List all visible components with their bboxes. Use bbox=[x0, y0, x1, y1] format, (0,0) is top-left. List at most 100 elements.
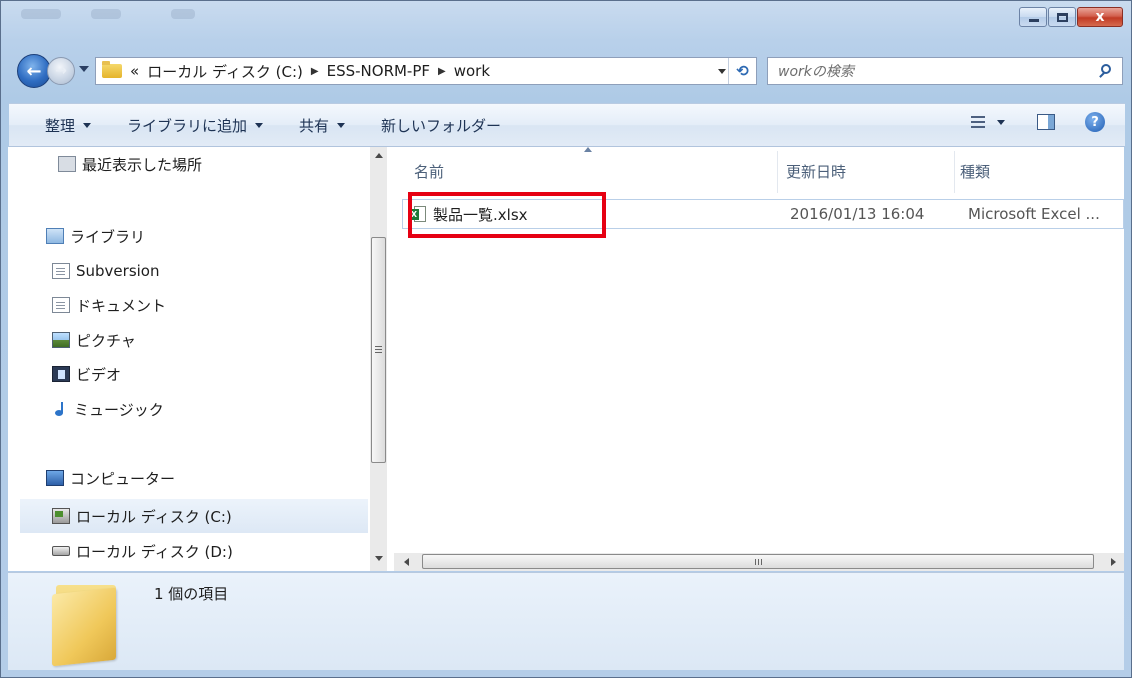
address-bar[interactable]: « ローカル ディスク (C:) ▶ ESS-NORM-PF ▶ work ⟲ bbox=[95, 57, 757, 85]
scroll-down-icon[interactable] bbox=[375, 556, 383, 561]
maximize-button[interactable] bbox=[1048, 7, 1076, 27]
refresh-icon[interactable]: ⟲ bbox=[728, 58, 756, 84]
search-input[interactable]: workの検索 bbox=[778, 61, 1094, 81]
document-icon bbox=[52, 297, 70, 313]
new-folder-button[interactable]: 新しいフォルダー bbox=[381, 115, 501, 136]
close-button[interactable]: x bbox=[1077, 7, 1123, 27]
scroll-thumb[interactable] bbox=[422, 554, 1094, 569]
sidebar-item-recent-places[interactable]: 最近表示した場所 bbox=[58, 147, 394, 181]
grip-icon bbox=[375, 346, 382, 347]
breadcrumb-overflow[interactable]: « bbox=[130, 62, 139, 80]
sidebar-item-pictures[interactable]: ピクチャ bbox=[52, 323, 394, 357]
scroll-up-icon[interactable] bbox=[375, 153, 383, 158]
computer-icon bbox=[46, 470, 64, 486]
back-button[interactable]: ← bbox=[17, 54, 51, 88]
forward-button[interactable]: → bbox=[47, 57, 75, 85]
column-divider[interactable] bbox=[954, 151, 955, 193]
file-type: Microsoft Excel ... bbox=[968, 205, 1100, 223]
title-bar-blur bbox=[171, 9, 195, 19]
title-bar-blur bbox=[21, 9, 61, 19]
chevron-down-icon bbox=[83, 122, 92, 128]
organize-label: 整理 bbox=[45, 116, 76, 135]
scroll-left-icon[interactable] bbox=[404, 558, 409, 566]
title-bar-blur bbox=[91, 9, 121, 19]
sidebar-item-label: ローカル ディスク (D:) bbox=[76, 542, 233, 561]
forward-arrow-icon: → bbox=[55, 63, 67, 79]
highlight-box bbox=[408, 192, 606, 238]
navigation-pane: 最近表示した場所 ライブラリ Subversion ドキュメント ピクチャ ビデ… bbox=[8, 147, 394, 571]
sidebar-item-label: ドキュメント bbox=[76, 296, 167, 315]
add-to-library-menu[interactable]: ライブラリに追加 bbox=[127, 115, 264, 136]
details-pane: 1 個の項目 bbox=[8, 572, 1124, 670]
title-bar[interactable]: x bbox=[1, 1, 1131, 46]
column-header-label: 名前 bbox=[414, 162, 445, 181]
sidebar-item-library[interactable]: ライブラリ bbox=[46, 219, 394, 253]
view-controls: ? bbox=[971, 112, 1105, 132]
local-disk-icon bbox=[52, 508, 70, 524]
sidebar-item-computer[interactable]: コンピューター bbox=[46, 461, 394, 495]
sidebar-item-label: ローカル ディスク (C:) bbox=[76, 507, 232, 526]
minimize-icon bbox=[1029, 19, 1039, 22]
video-icon bbox=[52, 366, 70, 382]
chevron-down-icon[interactable] bbox=[997, 119, 1005, 125]
scroll-right-icon[interactable] bbox=[1111, 558, 1116, 566]
search-icon[interactable] bbox=[1094, 59, 1118, 83]
command-bar: 整理 ライブラリに追加 共有 新しいフォルダー ? bbox=[9, 103, 1125, 147]
sidebar-item-label: ビデオ bbox=[76, 365, 122, 384]
library-icon bbox=[46, 228, 64, 244]
breadcrumb-ess-norm-pf[interactable]: ESS-NORM-PF bbox=[327, 62, 430, 80]
item-count: 1 個の項目 bbox=[154, 585, 229, 603]
search-box[interactable]: workの検索 bbox=[767, 57, 1123, 85]
sidebar-item-local-disk-c[interactable]: ローカル ディスク (C:) bbox=[20, 499, 368, 533]
breadcrumb-separator-icon[interactable]: ▶ bbox=[438, 66, 446, 77]
navigation-row: ← → « ローカル ディスク (C:) ▶ ESS-NORM-PF ▶ wor… bbox=[17, 53, 1123, 91]
minimize-button[interactable] bbox=[1019, 7, 1047, 27]
add-to-library-label: ライブラリに追加 bbox=[127, 116, 248, 135]
share-menu[interactable]: 共有 bbox=[299, 115, 346, 136]
window-controls: x bbox=[1018, 7, 1123, 27]
breadcrumb-local-disk-c[interactable]: ローカル ディスク (C:) bbox=[147, 61, 303, 82]
recent-places-icon bbox=[58, 156, 76, 172]
folder-icon bbox=[52, 585, 120, 667]
chevron-down-icon bbox=[255, 122, 264, 128]
column-header-type[interactable]: 種類 bbox=[960, 147, 1120, 195]
vertical-scrollbar[interactable] bbox=[370, 147, 387, 571]
breadcrumb-work[interactable]: work bbox=[454, 62, 490, 80]
close-icon: x bbox=[1095, 9, 1105, 25]
column-header-label: 更新日時 bbox=[786, 162, 847, 181]
pictures-icon bbox=[52, 332, 70, 348]
sidebar-item-label: ライブラリ bbox=[70, 227, 146, 246]
sidebar-item-documents[interactable]: ドキュメント bbox=[52, 288, 394, 322]
chevron-down-icon bbox=[337, 122, 346, 128]
column-header-label: 種類 bbox=[960, 162, 991, 181]
column-divider[interactable] bbox=[777, 151, 778, 193]
column-header-name[interactable]: 名前 bbox=[414, 147, 774, 195]
sidebar-item-label: 最近表示した場所 bbox=[82, 155, 203, 174]
drive-icon bbox=[52, 546, 70, 556]
help-icon[interactable]: ? bbox=[1085, 112, 1105, 132]
grip-icon bbox=[755, 559, 756, 565]
file-modified: 2016/01/13 16:04 bbox=[790, 205, 925, 223]
change-view-icon[interactable] bbox=[971, 116, 985, 128]
back-arrow-icon: ← bbox=[26, 60, 42, 82]
sidebar-item-label: ミュージック bbox=[74, 400, 164, 419]
sidebar-item-subversion[interactable]: Subversion bbox=[52, 254, 394, 288]
recent-pages-dropdown[interactable] bbox=[79, 66, 89, 72]
address-dropdown-icon[interactable] bbox=[718, 69, 726, 74]
share-label: 共有 bbox=[299, 116, 330, 135]
sidebar-item-music[interactable]: ミュージック bbox=[54, 392, 394, 426]
sidebar-item-local-disk-d[interactable]: ローカル ディスク (D:) bbox=[52, 534, 394, 568]
music-icon bbox=[54, 401, 68, 417]
preview-pane-icon[interactable] bbox=[1037, 114, 1055, 130]
organize-menu[interactable]: 整理 bbox=[45, 115, 92, 136]
folder-icon bbox=[102, 61, 122, 78]
sidebar-item-video[interactable]: ビデオ bbox=[52, 357, 394, 391]
sidebar-item-label: Subversion bbox=[76, 262, 160, 280]
breadcrumb-separator-icon[interactable]: ▶ bbox=[311, 66, 319, 77]
column-header-modified[interactable]: 更新日時 bbox=[786, 147, 956, 195]
scroll-thumb[interactable] bbox=[371, 237, 386, 463]
sidebar-item-label: ピクチャ bbox=[76, 331, 136, 350]
sidebar-item-label: コンピューター bbox=[70, 469, 176, 488]
maximize-icon bbox=[1057, 13, 1068, 22]
horizontal-scrollbar[interactable] bbox=[394, 553, 1124, 571]
